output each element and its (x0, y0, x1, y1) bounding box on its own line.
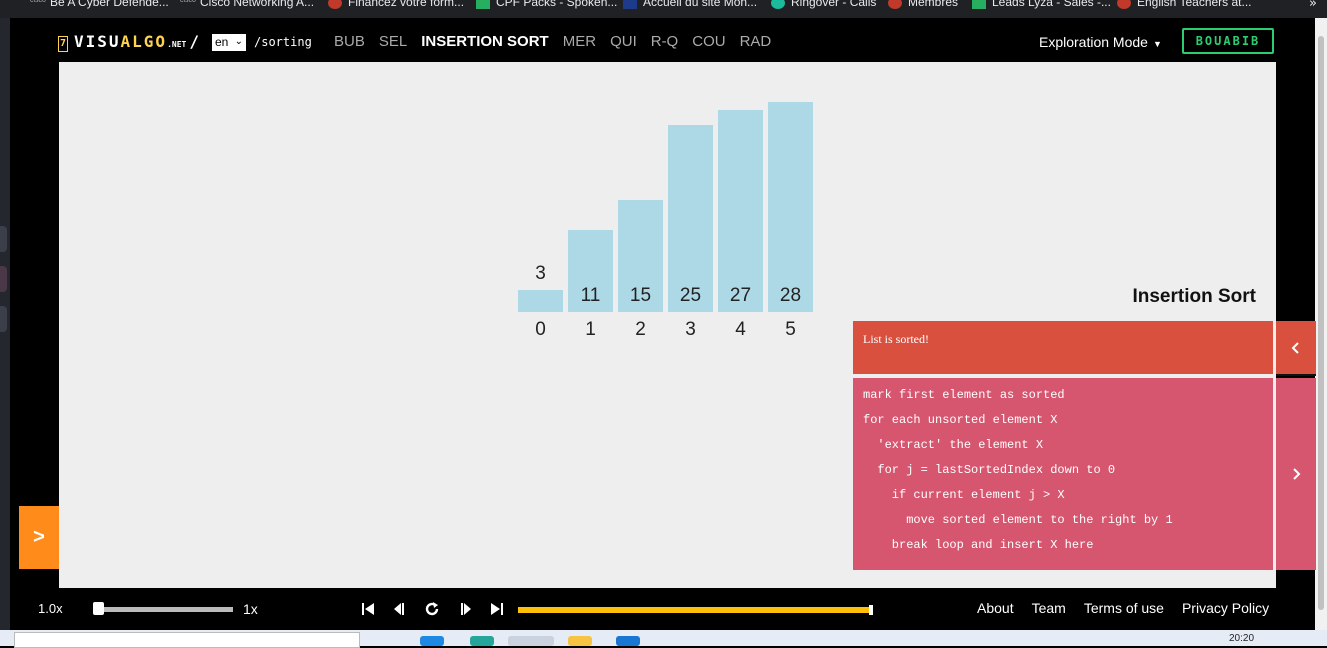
bookmark-item[interactable]: Ringover - Calls (771, 0, 876, 9)
browser-sidebar (0, 18, 10, 630)
language-select[interactable]: en ⌄ (212, 34, 246, 51)
tab-algorithm[interactable]: COU (692, 33, 725, 50)
array-bar (768, 102, 813, 312)
bookmark-item[interactable]: Leads Lyza - Sales -... (972, 0, 1111, 9)
bar-value-label: 3 (535, 262, 546, 284)
os-taskbar: 20:20 (0, 630, 1327, 648)
site-icon (623, 0, 637, 9)
folder-icon[interactable] (568, 636, 592, 646)
footer-link[interactable]: Terms of use (1084, 600, 1164, 616)
pseudocode-panel-toggle[interactable] (1276, 378, 1316, 570)
bar-index-label: 5 (785, 319, 796, 340)
tab-algorithm[interactable]: SEL (379, 33, 407, 50)
array-bar (718, 109, 763, 312)
bar-index-label: 1 (585, 319, 596, 340)
ringover-icon (771, 0, 785, 9)
array-bar (518, 289, 563, 312)
bar-value-label: 25 (679, 285, 702, 306)
media-control-bar: 1.0x 1x About Team Terms of use Privacy Pol… (10, 588, 1315, 630)
algorithm-tabs: BUB SEL INSERTION SORT MER QUI R-Q COU RAD (334, 33, 785, 50)
bar-value-label: 28 (779, 285, 802, 306)
pseudocode-line: if current element j > X (863, 488, 1065, 502)
bar-value-label: 27 (729, 285, 752, 306)
more-bookmarks-icon[interactable]: » (1309, 0, 1317, 11)
caret-down-icon: ▼ (1152, 39, 1162, 49)
bar-index-label: 0 (535, 319, 546, 340)
green-plus-icon (476, 0, 490, 9)
flag-uk-icon (328, 0, 342, 9)
tab-algorithm[interactable]: R-Q (651, 33, 679, 50)
bookmark-item[interactable]: Financez votre form... (328, 0, 464, 9)
cisco-icon: cisco (30, 0, 46, 4)
pseudocode-line: for j = lastSortedIndex down to 0 (863, 463, 1116, 477)
status-panel-toggle[interactable] (1276, 321, 1316, 376)
cisco-icon: cisco (180, 0, 196, 4)
progress-handle[interactable] (869, 605, 873, 615)
footer-link[interactable]: About (977, 600, 1014, 616)
tab-algorithm[interactable]: INSERTION SORT (421, 33, 549, 50)
clock: 20:20 (1229, 633, 1255, 644)
app-icon[interactable] (420, 636, 444, 646)
bookmark-item[interactable]: cisco Be A Cyber Defende... (30, 0, 169, 9)
pseudocode-panel: mark first element as sorted for each uns… (853, 378, 1273, 570)
sidebar-tab-icon[interactable] (0, 266, 7, 292)
pseudocode-line: break loop and insert X here (863, 538, 1094, 552)
footer-links: About Team Terms of use Privacy Policy (977, 600, 1287, 616)
pseudocode-line: mark first element as sorted (863, 388, 1065, 402)
progress-bar[interactable] (518, 607, 873, 613)
bookmarks-bar: cisco Be A Cyber Defende... cisco Cisco Ne… (0, 0, 1327, 18)
tab-algorithm[interactable]: QUI (610, 33, 637, 50)
step-back-icon[interactable] (391, 601, 407, 617)
bookmark-item[interactable]: CPF Packs - Spoken... (476, 0, 617, 9)
replay-icon[interactable] (424, 601, 440, 617)
app-icon[interactable] (508, 636, 554, 646)
algorithm-title: Insertion Sort (1132, 286, 1256, 307)
step-forward-icon[interactable] (458, 601, 474, 617)
pseudocode-line: for each unsorted element X (863, 413, 1058, 427)
footer-link[interactable]: Team (1032, 600, 1066, 616)
speed-slider[interactable] (98, 607, 233, 612)
speed-value: 1.0x (38, 601, 63, 616)
actions-panel-toggle[interactable]: > (19, 506, 59, 569)
bar-value-label: 15 (629, 285, 652, 306)
bar-value-label: 11 (580, 285, 601, 306)
top-navigation: 7 VISUALGO.NET / en ⌄ /sorting BUB SEL INSERT… (10, 18, 1315, 62)
sidebar-tab-icon[interactable] (0, 226, 7, 252)
bookmark-item[interactable]: Membres (888, 0, 958, 9)
tab-algorithm[interactable]: BUB (334, 33, 365, 50)
speed-max-label: 1x (243, 601, 258, 617)
bookmark-item[interactable]: cisco Cisco Networking A... (180, 0, 314, 9)
flag-uk-icon (888, 0, 902, 9)
footer-link[interactable]: Privacy Policy (1182, 600, 1269, 616)
pseudocode-line: 'extract' the element X (863, 438, 1044, 452)
sidebar-tab-icon[interactable] (0, 306, 7, 332)
app-icon[interactable] (470, 636, 494, 646)
flag-uk-icon (1117, 0, 1131, 9)
tab-algorithm[interactable]: RAD (740, 33, 772, 50)
chevron-right-icon (1293, 468, 1301, 480)
bar-index-label: 4 (735, 319, 746, 340)
speed-slider-thumb[interactable] (93, 602, 104, 615)
skip-start-icon[interactable] (360, 601, 376, 617)
visualgo-logo[interactable]: 7 VISUALGO.NET / (58, 32, 199, 52)
chevron-down-icon: ⌄ (234, 36, 243, 47)
bookmark-item[interactable]: Accueil du site Mon... (623, 0, 757, 9)
exploration-mode-dropdown[interactable]: Exploration Mode ▼ (1039, 34, 1162, 50)
chevron-left-icon (1291, 342, 1299, 354)
bar-index-label: 3 (685, 319, 696, 340)
pseudocode-line: move sorted element to the right by 1 (863, 513, 1173, 527)
bar-index-label: 2 (635, 319, 646, 340)
page-scrollbar[interactable] (1315, 18, 1327, 630)
tab-algorithm[interactable]: MER (563, 33, 596, 50)
green-plus-icon (972, 0, 986, 9)
bookmark-item[interactable]: English Teachers at... (1117, 0, 1252, 9)
user-login-button[interactable]: BOUABIB (1182, 28, 1274, 54)
code-editor-icon[interactable] (616, 636, 640, 646)
array-bar (668, 124, 713, 312)
scrollbar-thumb[interactable] (1318, 36, 1324, 610)
page-path: /sorting (254, 35, 312, 49)
skip-end-icon[interactable] (489, 601, 505, 617)
status-panel: List is sorted! (853, 321, 1273, 374)
